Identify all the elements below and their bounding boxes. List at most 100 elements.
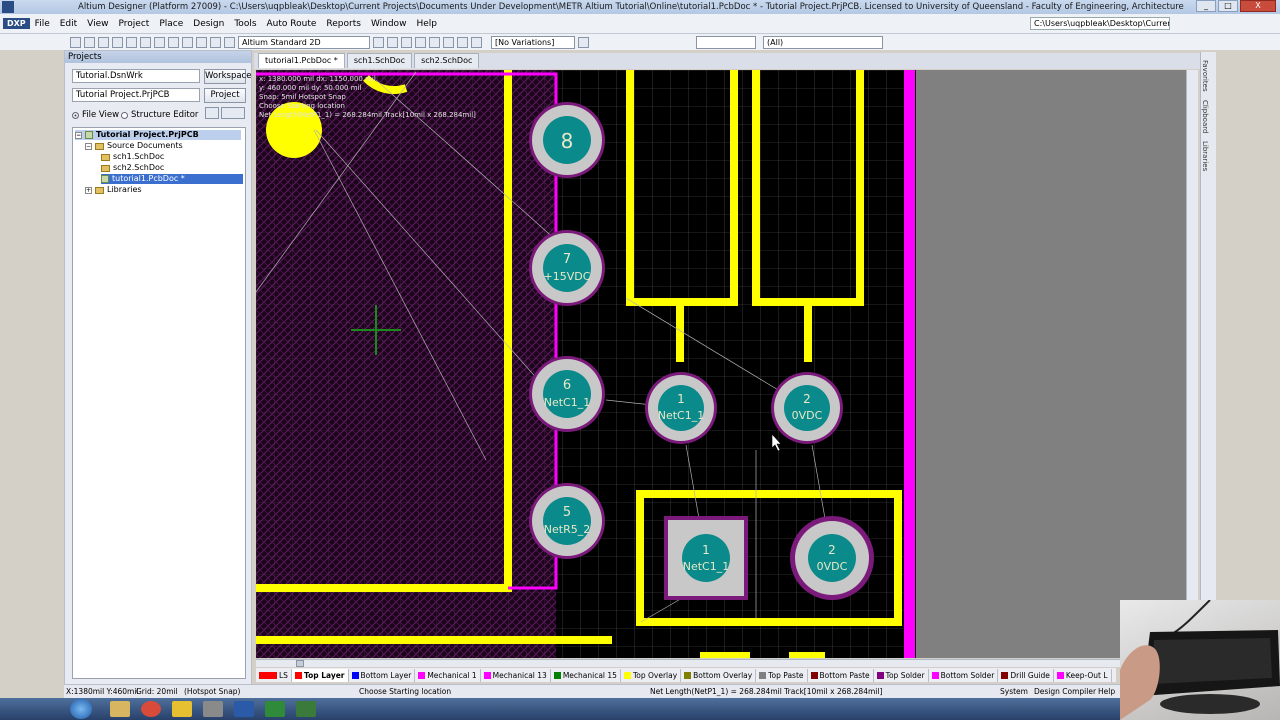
filter-combo[interactable]: (All) (763, 35, 883, 49)
undo-icon[interactable] (210, 36, 221, 48)
cut-icon[interactable] (154, 36, 165, 48)
menu-tools[interactable]: Tools (229, 19, 261, 29)
structure-editor-radio[interactable]: Structure Editor (121, 110, 198, 120)
pad-8[interactable]: 8 (529, 102, 605, 178)
menu-auto-route[interactable]: Auto Route (262, 19, 322, 29)
layer-tab-keep-out[interactable]: Keep-Out L (1054, 668, 1112, 682)
workspace-button[interactable]: Workspace (204, 69, 251, 84)
copy-icon[interactable] (168, 36, 179, 48)
variant-icon[interactable] (578, 36, 589, 48)
menu-help[interactable]: Help (411, 19, 442, 29)
menu-reports[interactable]: Reports (321, 19, 366, 29)
menu-place[interactable]: Place (154, 19, 188, 29)
menu-window[interactable]: Window (366, 19, 412, 29)
app2-icon[interactable] (296, 701, 316, 717)
menu-project[interactable]: Project (114, 19, 155, 29)
clipboard-panel-tab[interactable]: Clipboard (1201, 100, 1209, 133)
design-compiler-panel-button[interactable]: Design Compiler (1034, 685, 1096, 698)
tree-item-source-documents[interactable]: − Source Documents (85, 141, 183, 151)
layer-tab-bottom-solder[interactable]: Bottom Solder (929, 668, 999, 682)
pcb-drawing[interactable]: 8 7 +15VDC 6 NetC1_1 5 NetR5_2 1 NetC1_1… (256, 70, 1186, 658)
pad-c1-2[interactable]: 2 0VDC (790, 516, 874, 600)
via-icon[interactable] (401, 36, 412, 48)
pad-r-2[interactable]: 2 0VDC (771, 372, 843, 444)
save-icon[interactable] (98, 36, 109, 48)
tree-item-project[interactable]: − Tutorial Project.PrjPCB (75, 130, 241, 140)
filter-empty-combo[interactable] (696, 35, 756, 49)
layer-tab-bottom-paste[interactable]: Bottom Paste (808, 668, 874, 682)
pad-6[interactable]: 6 NetC1_1 (529, 356, 605, 432)
vertical-scrollbar[interactable] (1186, 70, 1198, 658)
panel-options-icon[interactable] (205, 107, 219, 119)
layer-tab-mechanical-1[interactable]: Mechanical 1 (415, 668, 481, 682)
string-icon[interactable] (457, 36, 468, 48)
tab-sch2[interactable]: sch2.SchDoc (414, 53, 480, 68)
tree-item-pcb[interactable]: tutorial1.PcbDoc * (101, 174, 243, 184)
layer-tab-bottom-overlay[interactable]: Bottom Overlay (681, 668, 757, 682)
paste-icon[interactable] (182, 36, 193, 48)
chrome-icon[interactable] (141, 701, 161, 717)
view-config-combo[interactable]: Altium Standard 2D (238, 35, 370, 49)
help-panel-button[interactable]: Help (1098, 685, 1115, 698)
panel-menu-icon[interactable] (221, 107, 245, 119)
norton-icon[interactable] (172, 701, 192, 717)
print-icon[interactable] (112, 36, 123, 48)
explorer-icon[interactable] (110, 701, 130, 717)
polygon-icon[interactable] (443, 36, 454, 48)
workspace-field[interactable]: Tutorial.DsnWrk (72, 69, 200, 83)
variations-combo[interactable]: [No Variations] (491, 35, 575, 49)
fill-icon[interactable] (429, 36, 440, 48)
close-button[interactable]: X (1240, 0, 1276, 12)
maximize-button[interactable]: □ (1218, 0, 1238, 12)
path-field[interactable]: C:\Users\uqpbleak\Desktop\Curren (1030, 17, 1170, 30)
menu-edit[interactable]: Edit (55, 19, 82, 29)
project-field[interactable]: Tutorial Project.PrjPCB (72, 88, 200, 102)
tab-sch1[interactable]: sch1.SchDoc (346, 53, 413, 68)
zoom-area-icon[interactable] (140, 36, 151, 48)
collapse-icon[interactable]: − (75, 131, 82, 139)
system-panel-button[interactable]: System (1000, 685, 1028, 698)
layer-tab-mechanical-15[interactable]: Mechanical 15 (551, 668, 621, 682)
pad-c1-1[interactable]: 1 NetC1_1 (664, 516, 748, 600)
menu-design[interactable]: Design (188, 19, 229, 29)
scroll-thumb[interactable] (296, 660, 304, 667)
file-view-radio[interactable]: File View (72, 110, 119, 120)
expand-icon[interactable]: + (85, 186, 92, 194)
component-icon[interactable] (471, 36, 482, 48)
layer-tab-top-overlay[interactable]: Top Overlay (621, 668, 682, 682)
pad-7[interactable]: 7 +15VDC (529, 230, 605, 306)
diff-pair-icon[interactable] (387, 36, 398, 48)
layer-tab-drill-guide[interactable]: Drill Guide (998, 668, 1054, 682)
pcb-canvas[interactable]: 8 7 +15VDC 6 NetC1_1 5 NetR5_2 1 NetC1_1… (256, 70, 1186, 658)
layer-tab-top-solder[interactable]: Top Solder (874, 668, 929, 682)
new-icon[interactable] (70, 36, 81, 48)
pad-r-1[interactable]: 1 NetC1_1 (645, 372, 717, 444)
tab-tutorial1-pcbdoc[interactable]: tutorial1.PcbDoc * (258, 53, 345, 68)
layer-tab-top-layer[interactable]: Top Layer (291, 668, 349, 682)
tree-item-sch1[interactable]: sch1.SchDoc (101, 152, 164, 162)
open-icon[interactable] (84, 36, 95, 48)
zoom-fit-icon[interactable] (126, 36, 137, 48)
tree-item-libraries[interactable]: + Libraries (85, 185, 142, 195)
layer-tab-ls[interactable]: LS (256, 668, 292, 682)
libraries-panel-tab[interactable]: Libraries (1201, 141, 1209, 171)
move-icon[interactable] (196, 36, 207, 48)
altium-taskbar-icon[interactable] (203, 701, 223, 717)
menu-file[interactable]: File (30, 19, 55, 29)
favorites-panel-tab[interactable]: Favorites (1201, 60, 1209, 92)
menu-view[interactable]: View (82, 19, 113, 29)
collapse-icon[interactable]: − (85, 142, 92, 150)
tree-item-sch2[interactable]: sch2.SchDoc (101, 163, 164, 173)
layer-tab-mechanical-13[interactable]: Mechanical 13 (481, 668, 551, 682)
pad-5[interactable]: 5 NetR5_2 (529, 483, 605, 559)
start-button-icon[interactable] (70, 699, 92, 719)
word-icon[interactable] (234, 701, 254, 717)
dxp-menu[interactable]: DXP (3, 18, 30, 29)
layer-tab-top-paste[interactable]: Top Paste (756, 668, 808, 682)
project-button[interactable]: Project (204, 88, 246, 103)
layer-tab-bottom-layer[interactable]: Bottom Layer (349, 668, 416, 682)
horizontal-scrollbar[interactable] (256, 659, 1186, 667)
app-icon[interactable] (265, 701, 285, 717)
minimize-button[interactable]: _ (1196, 0, 1216, 12)
route-icon[interactable] (373, 36, 384, 48)
